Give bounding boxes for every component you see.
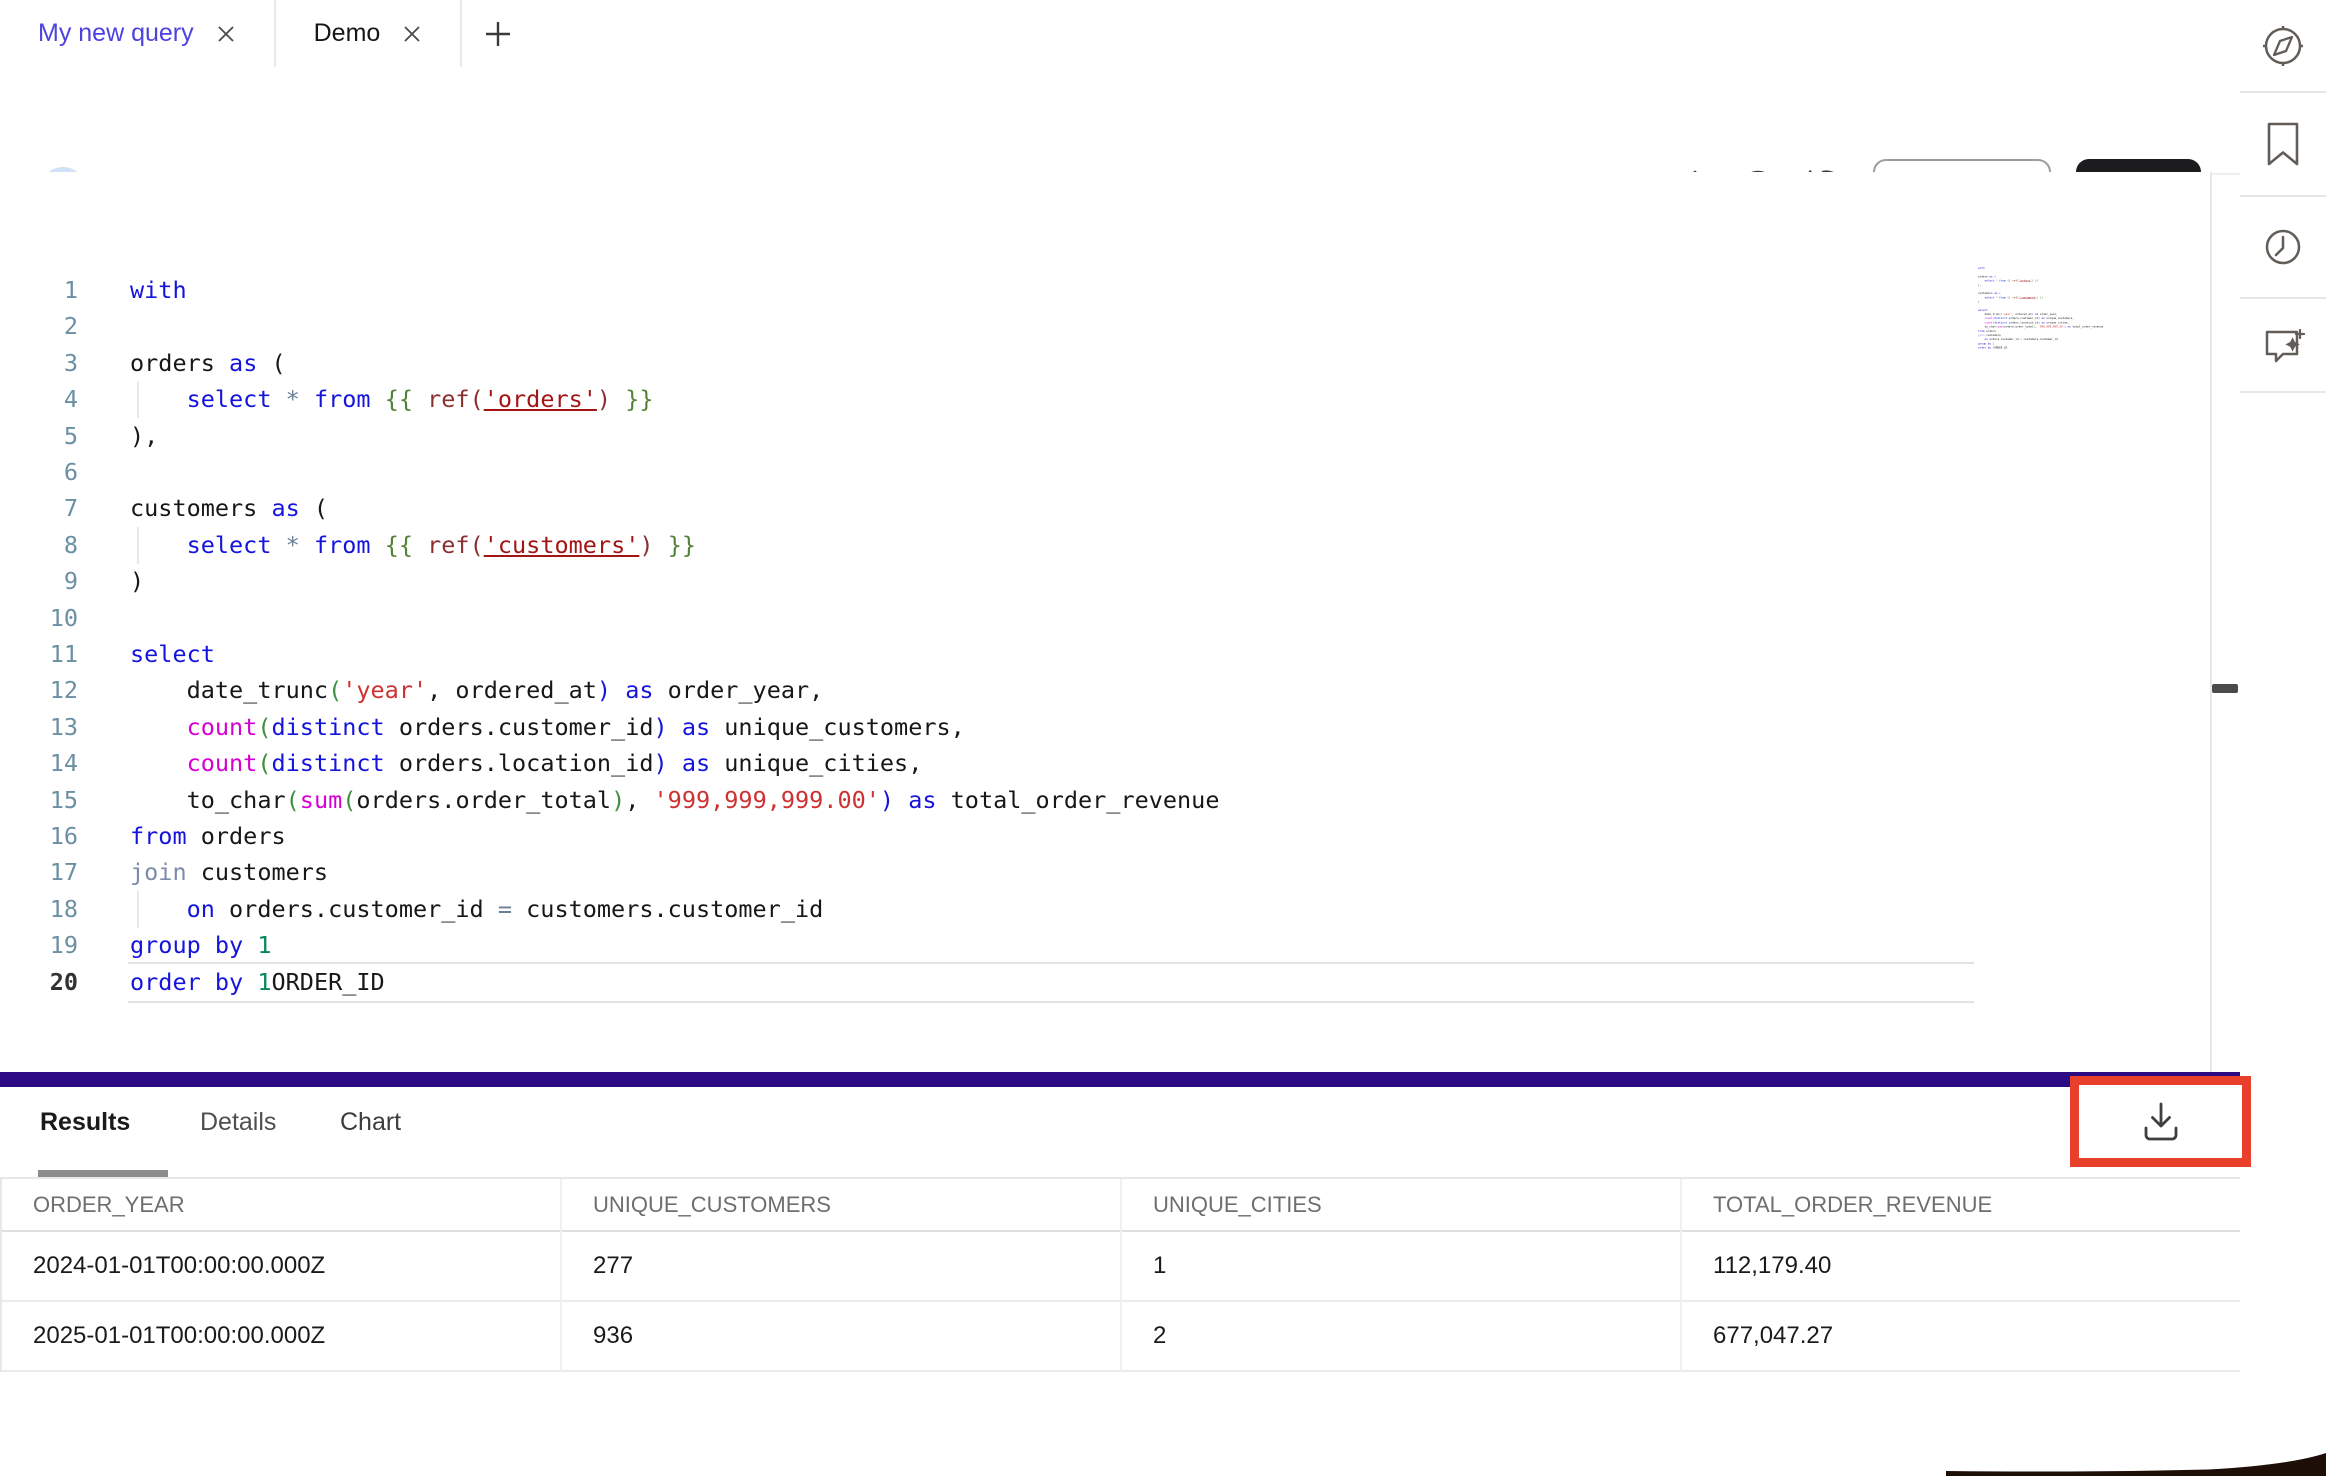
plus-icon bbox=[483, 19, 513, 49]
tab-label: My new query bbox=[38, 19, 194, 48]
new-tab-button[interactable] bbox=[462, 0, 534, 67]
table-cell: 936 bbox=[560, 1302, 1120, 1370]
panel-resize-bar[interactable] bbox=[0, 1072, 2240, 1087]
chat-sparkle-icon bbox=[2259, 322, 2307, 368]
close-icon[interactable] bbox=[402, 24, 422, 44]
code-line-4[interactable]: select * from {{ ref('orders') }} bbox=[130, 381, 654, 418]
table-cell: 2024-01-01T00:00:00.000Z bbox=[0, 1232, 560, 1300]
sidebar-item-bookmarks[interactable] bbox=[2240, 93, 2326, 197]
table-cell: 2025-01-01T00:00:00.000Z bbox=[0, 1302, 560, 1370]
bookmark-icon bbox=[2263, 121, 2303, 167]
tab-demo[interactable]: Demo bbox=[276, 0, 463, 67]
code-line-7[interactable]: customers as ( bbox=[130, 490, 328, 527]
sidebar-item-explore[interactable] bbox=[2240, 0, 2326, 93]
table-cell: 2 bbox=[1120, 1302, 1680, 1370]
sql-code-editor[interactable]: 1234567891011121314151617181920 withorde… bbox=[0, 172, 2210, 1072]
tab-results[interactable]: Results bbox=[40, 1108, 130, 1137]
table-cell: 1 bbox=[1120, 1232, 1680, 1300]
download-results-button[interactable] bbox=[2140, 1102, 2182, 1142]
line-number: 15 bbox=[20, 782, 78, 819]
line-number: 4 bbox=[20, 381, 78, 418]
column-header: TOTAL_ORDER_REVENUE bbox=[1680, 1179, 2240, 1230]
line-number: 12 bbox=[20, 672, 78, 709]
editor-right-divider bbox=[2210, 172, 2212, 1072]
column-divider bbox=[560, 1179, 562, 1372]
download-icon bbox=[2140, 1102, 2182, 1142]
column-header: UNIQUE_CITIES bbox=[1120, 1179, 1680, 1230]
code-line-19[interactable]: group by 1 bbox=[130, 927, 272, 964]
minimap-line: select * from {{ ref('customers') }} bbox=[1978, 295, 2043, 299]
line-number: 1 bbox=[20, 272, 78, 309]
code-line-15[interactable]: to_char(sum(orders.order_total), '999,99… bbox=[130, 782, 1219, 819]
column-divider bbox=[1120, 1179, 1122, 1372]
tab-chart[interactable]: Chart bbox=[340, 1108, 401, 1137]
compass-icon bbox=[2260, 23, 2306, 69]
code-line-8[interactable]: select * from {{ ref('customers') }} bbox=[130, 527, 696, 564]
sidebar-item-ai-chat[interactable] bbox=[2240, 299, 2326, 393]
column-divider bbox=[1680, 1179, 1682, 1372]
sidebar-item-history[interactable] bbox=[2240, 197, 2326, 299]
line-number: 13 bbox=[20, 709, 78, 746]
editor-minimap[interactable]: withorders as ( select * from {{ ref('or… bbox=[1978, 266, 2206, 396]
code-line-12[interactable]: date_trunc('year', ordered_at) as order_… bbox=[130, 672, 823, 709]
table-left-border bbox=[0, 1179, 2, 1372]
line-number: 7 bbox=[20, 490, 78, 527]
query-header: MS Your query Develop bbox=[0, 67, 2240, 175]
minimap-line: select * from {{ ref('orders') }} bbox=[1978, 279, 2038, 283]
code-line-9[interactable]: ) bbox=[130, 563, 144, 600]
tab-bar: My new query Demo bbox=[0, 0, 2240, 69]
line-number: 17 bbox=[20, 854, 78, 891]
table-cell: 677,047.27 bbox=[1680, 1302, 2240, 1370]
clock-icon bbox=[2260, 224, 2306, 270]
line-number: 10 bbox=[20, 600, 78, 637]
line-number: 11 bbox=[20, 636, 78, 673]
minimap-line: order by 1ORDER_ID bbox=[1978, 346, 2007, 350]
line-number: 19 bbox=[20, 927, 78, 964]
line-number: 6 bbox=[20, 454, 78, 491]
code-line-18[interactable]: on orders.customer_id = customers.custom… bbox=[130, 891, 823, 928]
active-tab-underline bbox=[38, 1170, 168, 1177]
line-number: 20 bbox=[20, 964, 78, 1001]
minimap-line: ), bbox=[1978, 283, 1981, 287]
code-line-20[interactable]: order by 1ORDER_ID bbox=[130, 964, 385, 1001]
minimap-line: to_char(sum(orders.order_total), '999,99… bbox=[1978, 325, 2103, 329]
line-number: 14 bbox=[20, 745, 78, 782]
code-line-5[interactable]: ), bbox=[130, 418, 158, 455]
column-header: UNIQUE_CUSTOMERS bbox=[560, 1179, 1120, 1230]
table-cell: 112,179.40 bbox=[1680, 1232, 2240, 1300]
column-header: ORDER_YEAR bbox=[0, 1179, 560, 1230]
scrollbar-handle[interactable] bbox=[2212, 684, 2238, 693]
tab-my-new-query[interactable]: My new query bbox=[0, 0, 276, 67]
line-number: 2 bbox=[20, 308, 78, 345]
screen-corner-artifact bbox=[1946, 1452, 2326, 1476]
table-cell: 277 bbox=[560, 1232, 1120, 1300]
code-line-11[interactable]: select bbox=[130, 636, 215, 673]
tab-details[interactable]: Details bbox=[200, 1108, 276, 1137]
code-line-1[interactable]: with bbox=[130, 272, 187, 309]
annotation-highlight-box bbox=[2070, 1076, 2251, 1167]
line-number: 9 bbox=[20, 563, 78, 600]
app-window: My new query Demo MS Your query bbox=[0, 0, 2326, 1476]
code-line-16[interactable]: from orders bbox=[130, 818, 286, 855]
current-line-highlight bbox=[128, 962, 1974, 1003]
line-number: 18 bbox=[20, 891, 78, 928]
code-line-3[interactable]: orders as ( bbox=[130, 345, 286, 382]
line-number: 5 bbox=[20, 418, 78, 455]
tab-label: Demo bbox=[314, 19, 381, 48]
code-line-14[interactable]: count(distinct orders.location_id) as un… bbox=[130, 745, 922, 782]
line-number: 16 bbox=[20, 818, 78, 855]
right-icon-sidebar bbox=[2240, 0, 2326, 1476]
minimap-line: with bbox=[1978, 266, 1985, 270]
code-line-13[interactable]: count(distinct orders.customer_id) as un… bbox=[130, 709, 965, 746]
line-number: 3 bbox=[20, 345, 78, 382]
close-icon[interactable] bbox=[216, 24, 236, 44]
minimap-line: ) bbox=[1978, 299, 1980, 303]
line-number: 8 bbox=[20, 527, 78, 564]
code-line-17[interactable]: join customers bbox=[130, 854, 328, 891]
